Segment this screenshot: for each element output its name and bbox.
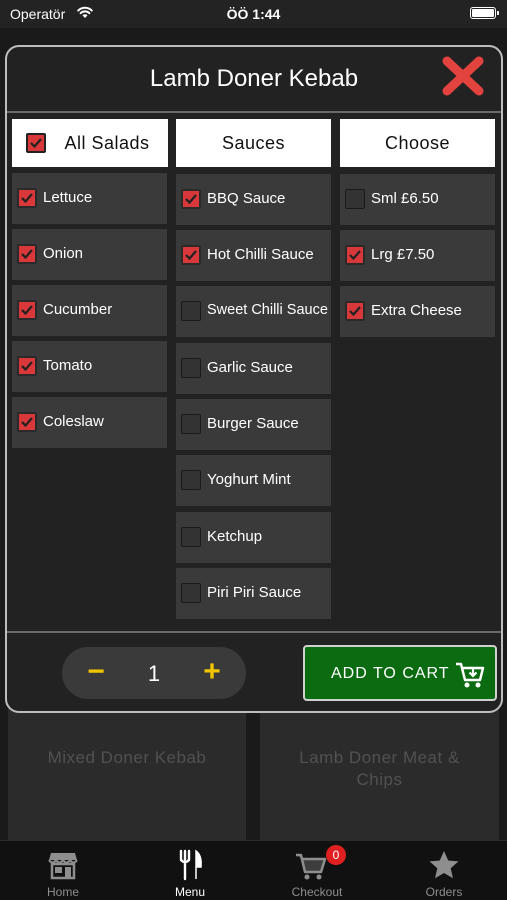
tab-checkout[interactable]: 0 Checkout xyxy=(254,841,380,900)
option-label: Lettuce xyxy=(43,189,93,206)
add-to-cart-icon xyxy=(456,662,485,688)
store-icon xyxy=(48,853,78,880)
checkbox-checked-icon[interactable] xyxy=(17,188,37,208)
modal-header: Lamb Doner Kebab xyxy=(7,47,501,113)
column-header-label: Sauces xyxy=(221,133,286,153)
option-burger-sauce[interactable]: Burger Sauce xyxy=(176,399,331,450)
option-piri-piri-sauce[interactable]: Piri Piri Sauce xyxy=(176,568,331,619)
column-header-sauces: Sauces xyxy=(176,119,331,167)
option-hot-chilli-sauce[interactable]: Hot Chilli Sauce xyxy=(176,230,331,281)
option-lettuce[interactable]: Lettuce xyxy=(12,173,167,224)
column-header-choose: Choose xyxy=(340,119,495,167)
checkbox-checked-icon[interactable] xyxy=(17,244,37,264)
column-header-salads[interactable]: All Salads xyxy=(12,119,168,167)
quantity-stepper: − 1 + xyxy=(62,647,246,699)
option-sml[interactable]: Sml £6.50 xyxy=(340,174,495,225)
option-garlic-sauce[interactable]: Garlic Sauce xyxy=(176,343,331,394)
quantity-value: 1 xyxy=(147,661,161,686)
option-label: Sml £6.50 xyxy=(371,190,439,207)
tab-home[interactable]: Home xyxy=(0,841,126,900)
add-to-cart-button[interactable]: ADD TO CART xyxy=(303,645,497,701)
checkbox-unchecked-icon[interactable] xyxy=(181,583,201,603)
option-ketchup[interactable]: Ketchup xyxy=(176,512,331,563)
item-options-modal: Lamb Doner Kebab All Salads Sauces Choos… xyxy=(5,45,503,713)
checkbox-checked-icon[interactable] xyxy=(181,189,201,209)
cart-icon xyxy=(296,853,327,880)
tab-menu[interactable]: Menu xyxy=(127,841,253,900)
option-label: Hot Chilli Sauce xyxy=(207,246,314,263)
column-header-label: Choose xyxy=(384,133,451,153)
option-tomato[interactable]: Tomato xyxy=(12,341,167,392)
modal-title: Lamb Doner Kebab xyxy=(149,65,359,92)
battery-icon xyxy=(470,7,499,19)
option-label: Sweet Chilli Sauce xyxy=(207,302,328,318)
checkbox-checked-icon[interactable] xyxy=(17,300,37,320)
option-coleslaw[interactable]: Coleslaw xyxy=(12,397,167,448)
decrease-quantity-button[interactable]: − xyxy=(70,647,122,699)
checkbox-unchecked-icon[interactable] xyxy=(181,358,201,378)
option-cucumber[interactable]: Cucumber xyxy=(12,285,167,336)
option-sweet-chilli-sauce[interactable]: Sweet Chilli Sauce xyxy=(176,286,331,337)
star-icon xyxy=(429,851,459,879)
tab-orders[interactable]: Orders xyxy=(381,841,507,900)
checkbox-checked-icon[interactable] xyxy=(26,133,46,153)
option-onion[interactable]: Onion xyxy=(12,229,167,280)
tab-label: Home xyxy=(46,885,79,899)
tab-label: Orders xyxy=(425,885,463,899)
checkbox-checked-icon[interactable] xyxy=(17,412,37,432)
clock: ÖÖ 1:44 xyxy=(226,6,281,22)
option-label: Coleslaw xyxy=(43,413,104,430)
checkbox-unchecked-icon[interactable] xyxy=(181,414,201,434)
close-icon[interactable] xyxy=(439,53,487,99)
option-label: Garlic Sauce xyxy=(207,359,293,376)
option-label: Tomato xyxy=(43,357,93,374)
status-bar: Operatör ÖÖ 1:44 xyxy=(0,0,507,28)
cart-count-badge: 0 xyxy=(326,845,346,865)
option-yoghurt-mint[interactable]: Yoghurt Mint xyxy=(176,455,331,506)
checkbox-checked-icon[interactable] xyxy=(345,301,365,321)
checkbox-checked-icon[interactable] xyxy=(181,245,201,265)
checkbox-unchecked-icon[interactable] xyxy=(181,470,201,490)
tab-label: Checkout xyxy=(291,885,343,899)
option-label: Extra Cheese xyxy=(371,302,462,319)
checkbox-unchecked-icon[interactable] xyxy=(181,527,201,547)
increase-quantity-button[interactable]: + xyxy=(186,647,238,699)
option-label: Burger Sauce xyxy=(207,415,299,432)
option-label: Ketchup xyxy=(207,528,263,545)
option-extra-cheese[interactable]: Extra Cheese xyxy=(340,286,495,337)
checkbox-checked-icon[interactable] xyxy=(345,245,365,265)
option-label: Lrg £7.50 xyxy=(371,246,435,263)
option-label: Cucumber xyxy=(43,301,113,318)
checkbox-unchecked-icon[interactable] xyxy=(345,189,365,209)
checkbox-unchecked-icon[interactable] xyxy=(181,301,201,321)
fork-knife-icon xyxy=(179,849,202,881)
tab-label: Menu xyxy=(174,885,206,899)
option-label: BBQ Sauce xyxy=(207,190,286,207)
tab-bar: Home Menu 0 Checkout Orders xyxy=(0,840,507,900)
column-header-label: All Salads xyxy=(64,133,150,153)
option-bbq-sauce[interactable]: BBQ Sauce xyxy=(176,174,331,225)
checkbox-checked-icon[interactable] xyxy=(17,356,37,376)
option-lrg[interactable]: Lrg £7.50 xyxy=(340,230,495,281)
option-label: Piri Piri Sauce xyxy=(207,584,302,601)
option-label: Onion xyxy=(43,245,84,262)
footer-divider xyxy=(7,631,501,633)
option-label: Yoghurt Mint xyxy=(207,471,291,488)
add-to-cart-label: ADD TO CART xyxy=(331,665,450,682)
